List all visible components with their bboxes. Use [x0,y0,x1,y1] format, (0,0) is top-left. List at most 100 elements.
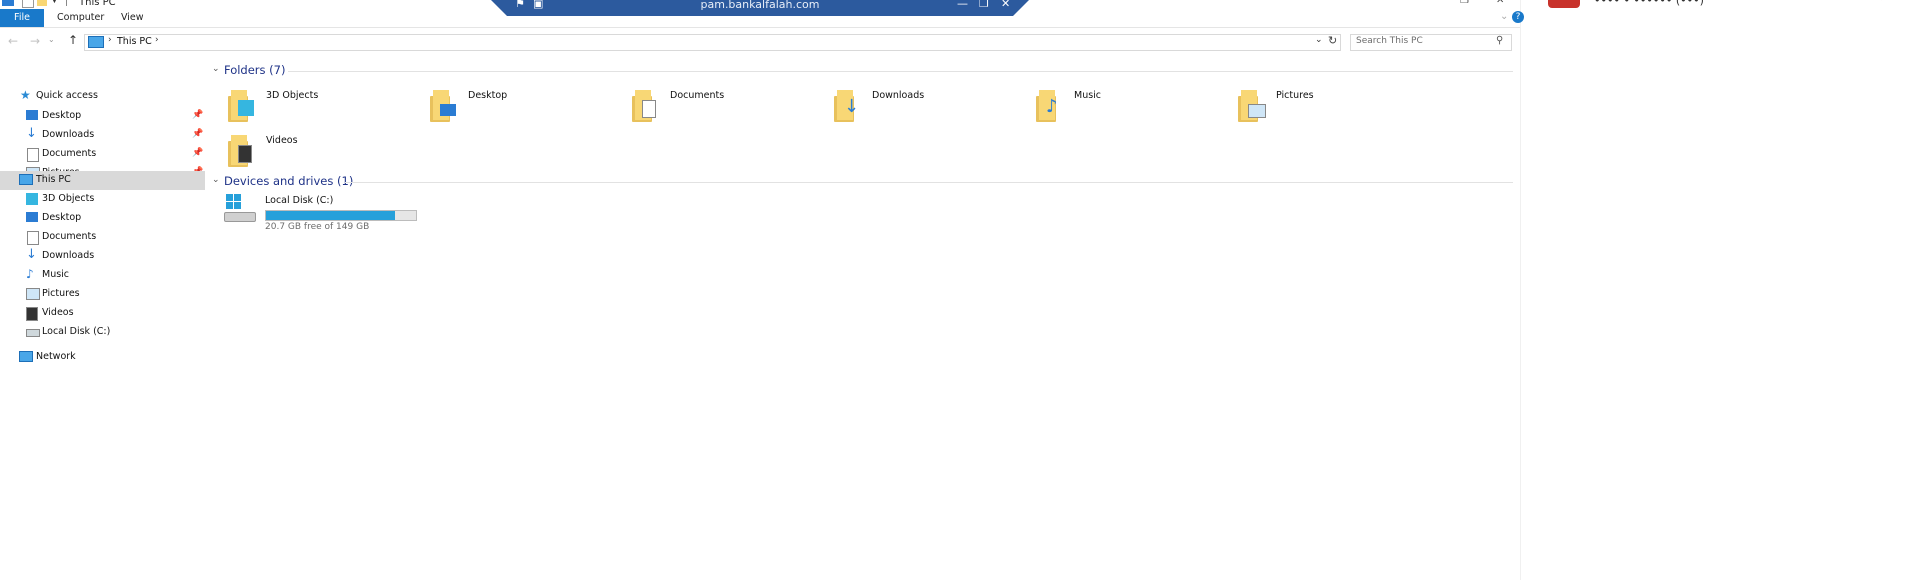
film-icon [26,307,38,321]
back-arrow-icon[interactable]: ← [8,34,18,48]
breadcrumb-chevron-icon[interactable]: › [108,35,112,45]
nav-this-pc[interactable]: This PC [0,171,205,190]
drive-usage-bar [265,210,417,221]
this-pc-icon [88,36,104,48]
breadcrumb-this-pc[interactable]: This PC [117,36,152,47]
drive-usage-fill [266,211,396,220]
devices-collapse-chevron-icon[interactable]: ⌄ [212,175,220,185]
folder-tile-3d-objects[interactable]: 3D Objects [226,86,416,128]
remote-session-bar: ⚑ ▣ pam.bankalfalah.com — ❐ ✕ [485,0,1035,16]
nav-pc-3d-objects-label: 3D Objects [42,193,95,204]
folder-label: Pictures [1276,90,1314,101]
devices-group-header[interactable]: Devices and drives (1) [224,174,353,188]
folder-label: Music [1074,90,1102,101]
nav-this-pc-label: This PC [36,174,71,185]
document-icon [27,231,39,245]
star-icon: ★ [20,88,31,102]
nav-quick-downloads[interactable]: ↓ Downloads 📌 [0,126,205,145]
folder-icon: ↓ [834,90,862,122]
nav-pc-videos[interactable]: Videos [0,304,205,323]
app-badge[interactable] [1548,0,1580,8]
computer-icon [19,174,33,185]
search-icon[interactable]: ⚲ [1496,35,1503,46]
folder-label: Documents [670,90,725,101]
restore-icon[interactable]: ❐ [1460,0,1469,6]
folder-tile-documents[interactable]: Documents [630,86,820,128]
address-bar[interactable]: › This PC › ⌄ ↻ [84,34,1341,51]
nav-quick-desktop[interactable]: Desktop 📌 [0,107,205,126]
nav-network-label: Network [36,351,76,362]
ribbon-expand-chevron-icon[interactable]: ⌄ [1500,11,1508,22]
tab-file[interactable]: File [0,9,44,27]
restore-icon[interactable]: ❐ [979,0,989,10]
devices-group-divider [345,182,1513,183]
nav-pc-pictures[interactable]: Pictures [0,285,205,304]
new-folder-icon[interactable] [37,0,47,6]
tab-view[interactable]: View [121,9,144,27]
properties-icon[interactable] [22,0,34,8]
tab-computer[interactable]: Computer [57,9,104,27]
nav-pc-local-disk-label: Local Disk (C:) [42,326,111,337]
forward-arrow-icon[interactable]: → [30,34,40,48]
nav-pc-music-label: Music [42,269,70,280]
nav-quick-documents[interactable]: Documents 📌 [0,145,205,164]
remote-host-name: pam.bankalfalah.com [700,0,820,11]
nav-network[interactable]: Network [0,348,205,367]
search-box[interactable]: Search This PC ⚲ [1350,34,1512,51]
download-arrow-icon: ↓ [26,126,37,141]
title-separator [66,0,67,6]
nav-pc-local-disk[interactable]: Local Disk (C:) [0,323,205,342]
desktop-icon [440,104,456,116]
desktop-icon [26,212,38,222]
pin-icon[interactable]: 📌 [192,148,203,158]
refresh-icon[interactable]: ↻ [1328,34,1337,47]
drive-icon [26,329,40,337]
folder-tile-downloads[interactable]: ↓ Downloads [832,86,1022,128]
drive-free-space: 20.7 GB free of 149 GB [265,222,370,232]
blurred-title-text: •••• • •••••• (•••) [1594,0,1704,7]
close-icon[interactable]: ✕ [1001,0,1010,10]
nav-pc-downloads[interactable]: ↓ Downloads [0,247,205,266]
drive-name: Local Disk (C:) [265,195,334,206]
folders-group-header[interactable]: Folders (7) [224,63,285,77]
nav-quick-access[interactable]: ★ Quick access [0,87,205,106]
recent-locations-chevron-icon[interactable]: ⌄ [48,35,55,44]
explorer-app-icon[interactable] [2,0,14,6]
search-placeholder: Search This PC [1356,36,1423,46]
picture-icon [26,288,40,300]
nav-quick-desktop-label: Desktop [42,110,82,121]
nav-quick-downloads-label: Downloads [42,129,95,140]
red-mark-icon: ‣ [1880,0,1886,5]
nav-pc-music[interactable]: ♪ Music [0,266,205,285]
close-icon[interactable]: ✕ [1496,0,1504,6]
pin-icon[interactable]: 📌 [192,129,203,139]
up-arrow-icon[interactable]: ↑ [68,33,78,47]
network-icon [19,351,33,362]
folders-group-divider [288,71,1513,72]
cube-icon [238,100,254,116]
address-dropdown-icon[interactable]: ⌄ [1315,35,1323,45]
breadcrumb-chevron-icon[interactable]: › [155,35,159,45]
chevron-down-icon[interactable]: ▼ [51,0,58,5]
folder-tile-music[interactable]: ♪ Music [1034,86,1224,128]
folder-tile-desktop[interactable]: Desktop [428,86,618,128]
nav-pc-documents[interactable]: Documents [0,228,205,247]
nav-quick-documents-label: Documents [42,148,97,159]
nav-pc-videos-label: Videos [42,307,74,318]
film-icon [238,145,252,163]
pin-icon[interactable]: 📌 [192,110,203,120]
minimize-icon[interactable]: — [957,0,968,10]
help-icon[interactable]: ? [1512,11,1524,23]
music-note-icon: ♪ [26,267,34,281]
nav-pc-documents-label: Documents [42,231,97,242]
nav-pc-desktop[interactable]: Desktop [0,209,205,228]
folder-tile-pictures[interactable]: Pictures [1236,86,1426,128]
nav-pc-downloads-label: Downloads [42,250,95,261]
folders-collapse-chevron-icon[interactable]: ⌄ [212,64,220,74]
cube-icon [26,193,38,205]
folder-label: Downloads [872,90,925,101]
folder-icon [228,135,256,167]
folder-tile-videos[interactable]: Videos [226,131,416,173]
nav-pc-3d-objects[interactable]: 3D Objects [0,190,205,209]
download-arrow-icon: ↓ [844,96,860,117]
